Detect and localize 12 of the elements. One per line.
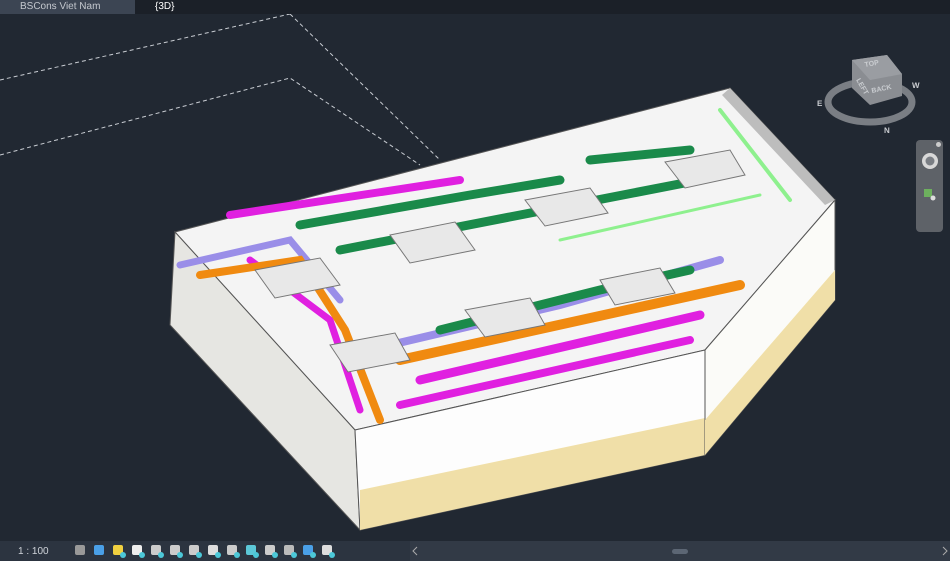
compass-letter[interactable]: N bbox=[884, 126, 890, 135]
scroll-left-icon[interactable] bbox=[412, 546, 418, 556]
scrollbar-thumb[interactable] bbox=[672, 548, 688, 554]
compass-letter[interactable]: E bbox=[817, 99, 822, 108]
view-scale[interactable]: 1 : 100 bbox=[18, 544, 68, 558]
visual-style-icon[interactable] bbox=[93, 544, 107, 558]
document-tab[interactable]: BSCons Viet Nam bbox=[0, 0, 135, 14]
compass-letter[interactable]: W bbox=[912, 81, 920, 90]
scroll-right-icon[interactable] bbox=[942, 546, 948, 556]
zoom-icon[interactable] bbox=[924, 189, 936, 201]
horizontal-scrollbar[interactable] bbox=[410, 541, 950, 561]
steering-wheel-icon[interactable] bbox=[920, 152, 938, 170]
